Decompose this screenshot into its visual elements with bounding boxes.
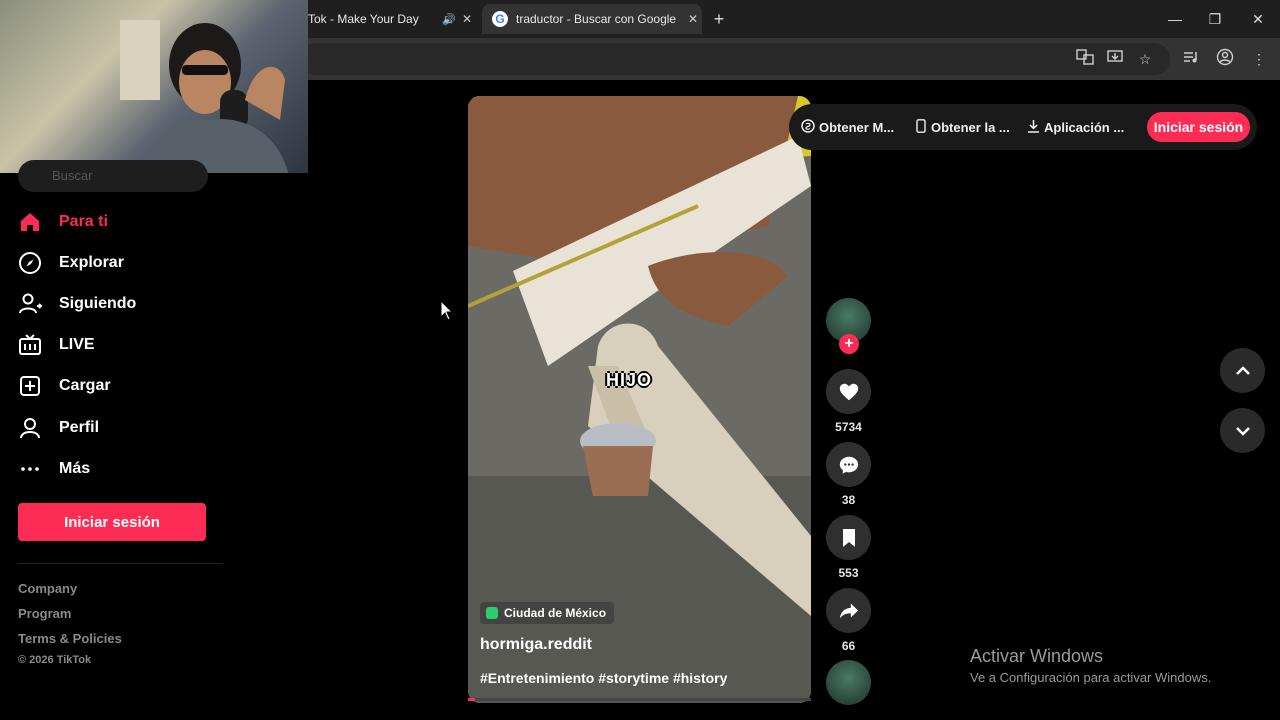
location-label: Ciudad de México — [504, 606, 607, 620]
tab-title: traductor - Buscar con Google — [516, 12, 677, 26]
tab-google[interactable]: G traductor - Buscar con Google ✕ — [482, 4, 702, 34]
login-button-top[interactable]: Iniciar sesión — [1147, 112, 1250, 142]
like-button[interactable] — [826, 369, 871, 414]
sidebar-item-siguiendo[interactable]: Siguiendo — [18, 286, 218, 322]
speaker-icon[interactable]: 🔊 — [440, 13, 458, 26]
footer-link-program[interactable]: Program — [18, 606, 71, 621]
media-control-icon[interactable] — [1180, 48, 1202, 70]
save-count: 553 — [838, 566, 859, 580]
search-placeholder: Buscar — [52, 168, 93, 183]
sidebar-item-label: LIVE — [59, 336, 95, 353]
like-count: 5734 — [835, 420, 862, 434]
streamer-figure — [120, 20, 289, 173]
kebab-menu-icon[interactable]: ⋮ — [1248, 48, 1270, 70]
sidebar-item-explorar[interactable]: Explorar — [18, 245, 218, 281]
close-tab-icon[interactable]: ✕ — [684, 12, 702, 26]
tab-tiktok[interactable]: Tok - Make Your Day 🔊 ✕ — [300, 4, 476, 34]
install-app-icon[interactable] — [1104, 48, 1126, 70]
compass-icon — [18, 251, 48, 275]
activate-windows-title: Activar Windows — [970, 646, 1104, 666]
minimize-icon[interactable]: — — [1155, 6, 1195, 32]
chevron-up-icon — [1235, 365, 1250, 375]
google-icon: G — [492, 11, 508, 27]
sidebar-item-perfil[interactable]: Perfil — [18, 410, 218, 446]
follow-plus-icon[interactable]: + — [839, 334, 859, 354]
previous-video-button[interactable] — [1220, 348, 1265, 393]
close-window-icon[interactable]: ✕ — [1238, 6, 1278, 32]
comment-button[interactable] — [826, 442, 871, 487]
save-button[interactable] — [826, 515, 871, 560]
profile-circle-icon[interactable] — [1214, 48, 1236, 70]
coin-icon — [801, 118, 815, 136]
video-hashtags[interactable]: #Entretenimiento #storytime #history — [480, 670, 727, 686]
close-tab-icon[interactable]: ✕ — [458, 12, 476, 26]
live-tv-icon — [18, 333, 48, 357]
activate-windows-subtitle: Ve a Configuración para activar Windows. — [970, 670, 1212, 685]
sidebar-item-label: Más — [59, 460, 91, 477]
phone-icon — [915, 118, 927, 136]
next-video-button[interactable] — [1220, 408, 1265, 453]
video-caption-overlay: HIJO — [606, 370, 653, 390]
plus-icon[interactable]: + — [708, 8, 730, 30]
copyright-text: © 2026 TikTok — [18, 654, 92, 666]
sidebar-divider — [18, 563, 223, 564]
sound-disc-avatar[interactable] — [826, 660, 871, 705]
bookmark-icon — [842, 528, 855, 547]
login-button-sidebar[interactable]: Iniciar sesión — [18, 503, 206, 541]
get-app-link[interactable]: Obtener la ... — [915, 104, 1010, 150]
location-pin-icon — [486, 607, 498, 619]
sidebar-item-cargar[interactable]: Cargar — [18, 368, 218, 404]
video-progress-bar[interactable] — [468, 698, 811, 701]
sidebar-item-live[interactable]: LIVE — [18, 327, 218, 363]
profile-icon — [18, 416, 48, 440]
sidebar-item-para-ti[interactable]: Para ti — [18, 204, 218, 240]
get-coins-link[interactable]: Obtener M... — [801, 104, 894, 150]
heart-icon — [839, 383, 858, 400]
sidebar-item-mas[interactable]: Más — [18, 451, 218, 487]
tiktok-page: Tok - Make Your Day 🔊 ✕ G traductor - Bu… — [0, 0, 1280, 720]
sidebar-item-label: Para ti — [59, 213, 108, 230]
location-badge[interactable]: Ciudad de México — [480, 602, 615, 624]
desktop-app-label: Aplicación ... — [1044, 119, 1125, 135]
chevron-down-icon — [1235, 426, 1250, 436]
following-icon — [18, 292, 48, 316]
share-button[interactable] — [826, 588, 871, 633]
get-app-label: Obtener la ... — [931, 119, 1010, 135]
home-icon — [18, 210, 48, 234]
mouse-cursor-icon — [440, 300, 454, 321]
sidebar-item-label: Explorar — [59, 254, 124, 271]
download-icon — [1027, 119, 1040, 136]
comment-icon — [839, 456, 858, 474]
share-arrow-icon — [839, 603, 858, 618]
share-count: 66 — [841, 639, 856, 653]
search-input[interactable]: Buscar — [18, 160, 208, 192]
sidebar-item-label: Perfil — [59, 419, 100, 436]
footer-link-terms[interactable]: Terms & Policies — [18, 631, 122, 646]
webcam-overlay — [0, 0, 308, 173]
restore-icon[interactable]: ❐ — [1195, 6, 1235, 32]
upload-icon — [18, 374, 48, 398]
get-coins-label: Obtener M... — [819, 119, 895, 135]
video-progress-fill — [468, 698, 475, 701]
translate-icon[interactable] — [1074, 48, 1096, 70]
footer-link-company[interactable]: Company — [18, 581, 77, 596]
bookmark-star-icon[interactable]: ☆ — [1134, 48, 1156, 70]
tab-title: Tok - Make Your Day — [308, 12, 419, 26]
desktop-app-link[interactable]: Aplicación ... — [1027, 104, 1124, 150]
comment-count: 38 — [841, 493, 856, 507]
sidebar-item-label: Siguiendo — [59, 295, 137, 312]
sidebar-item-label: Cargar — [59, 377, 111, 394]
address-bar[interactable] — [300, 43, 1170, 75]
video-author[interactable]: hormiga.reddit — [480, 636, 592, 654]
more-icon — [18, 457, 48, 481]
